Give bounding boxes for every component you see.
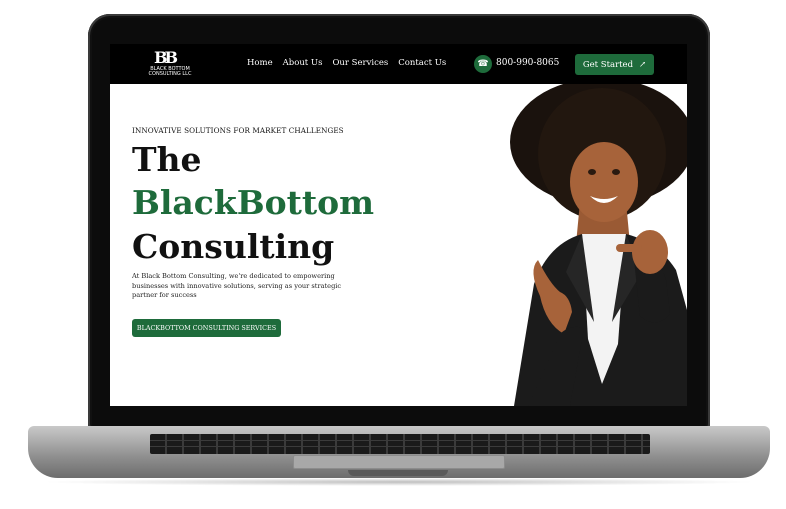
site-navbar: BB BLACK BOTTOM CONSULTING LLC Home Abou… xyxy=(110,44,687,84)
hero-description: At Black Bottom Consulting, we're dedica… xyxy=(132,272,342,300)
get-started-button[interactable]: Get Started ↗ xyxy=(575,54,654,75)
nav-link-home[interactable]: Home xyxy=(247,58,273,68)
laptop-trackpad xyxy=(293,455,505,469)
consulting-services-button[interactable]: BLACKBOTTOM CONSULTING SERVICES xyxy=(132,319,281,337)
laptop-keyboard xyxy=(150,434,650,454)
arrow-up-right-icon: ↗ xyxy=(639,59,647,70)
hero-title-line-1: The xyxy=(132,140,202,179)
hero-eyebrow: INNOVATIVE SOLUTIONS FOR MARKET CHALLENG… xyxy=(132,126,344,135)
keyboard-row-divider xyxy=(150,446,650,447)
site-logo-mark[interactable]: BB xyxy=(154,48,182,68)
site-logo-text: BLACK BOTTOM CONSULTING LLC xyxy=(148,66,192,77)
get-started-label: Get Started xyxy=(582,59,634,70)
hero-title-line-2: BlackBottom xyxy=(132,183,375,222)
keyboard-row-divider xyxy=(150,440,650,441)
phone-icon: ☎ xyxy=(474,55,492,73)
nav-link-our-services[interactable]: Our Services xyxy=(332,58,388,68)
nav-link-contact-us[interactable]: Contact Us xyxy=(398,58,446,68)
hero-title-line-3: Consulting xyxy=(132,227,335,266)
hero-person-image xyxy=(510,84,687,406)
laptop-screen: BB BLACK BOTTOM CONSULTING LLC Home Abou… xyxy=(110,44,687,406)
nav-link-about-us[interactable]: About Us xyxy=(283,58,323,68)
nav-links: Home About Us Our Services Contact Us xyxy=(247,58,446,68)
laptop-notch xyxy=(348,470,448,476)
phone-number[interactable]: 800-990-8065 xyxy=(496,58,559,68)
consulting-services-label: BLACKBOTTOM CONSULTING SERVICES xyxy=(136,324,277,332)
laptop-shadow xyxy=(40,478,758,486)
